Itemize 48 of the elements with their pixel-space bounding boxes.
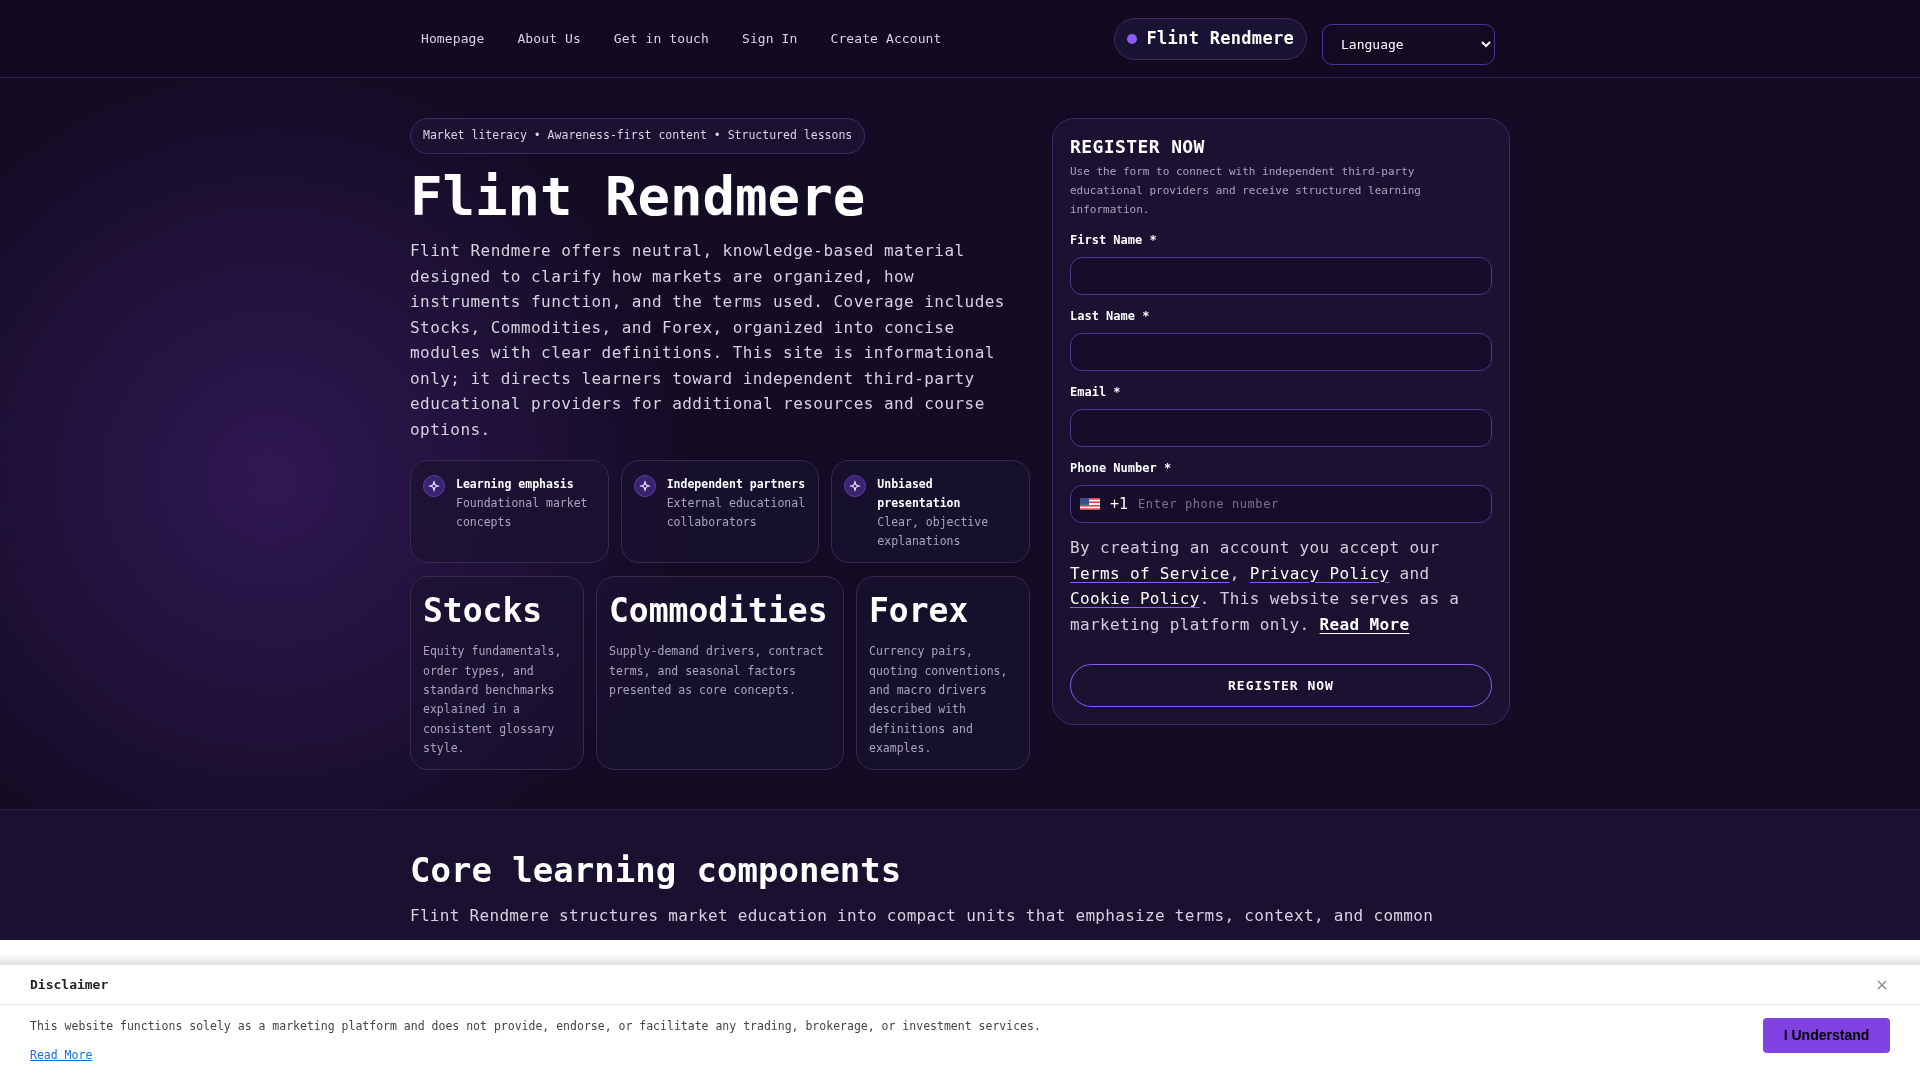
field-label: Email * — [1070, 384, 1122, 400]
language-select[interactable]: Language — [1322, 23, 1495, 65]
read-more-link[interactable]: Read More — [30, 1047, 93, 1063]
close-icon — [1877, 979, 1887, 990]
disclaimer-text: This website functions solely as a marketing platform and does not provide, endorse, or facilitate any trading, brokerage, or investment services. — [30, 1018, 1041, 1034]
topic-text: Supply-demand drivers, contract terms, and seasonal factors presented as core concepts. — [609, 643, 825, 699]
policy-link[interactable]: Cookie Policy — [1070, 589, 1200, 608]
feature-text: Clear, objective explanations — [877, 514, 990, 551]
nav-link[interactable]: Create Account — [819, 28, 953, 49]
section-text: Flint Rendmere structures market education into compact units that emphasize terms, context, and common — [410, 905, 1435, 928]
hero-title: Flint Rendmere — [410, 167, 867, 227]
feature-text: Foundational market concepts — [456, 495, 589, 532]
dial-code: +1 — [1110, 494, 1129, 514]
feature-title: Unbiased presentation — [877, 476, 962, 513]
nav-link[interactable]: About Us — [506, 28, 592, 49]
flag-icon — [1080, 498, 1100, 510]
field-label: First Name * — [1070, 232, 1158, 248]
sparkle-icon — [844, 475, 867, 498]
form-title: REGISTER NOW — [1070, 135, 1206, 158]
field-label: Phone Number * — [1070, 460, 1173, 476]
topic-title: Forex — [869, 591, 970, 632]
consent-text: By creating an account you accept our Terms of Service, Privacy Policy and Cookie Policy. This website serves as a marketing platform only. Read More — [1070, 537, 1461, 636]
text-input[interactable] — [1070, 409, 1492, 447]
understand-button[interactable]: I Understand — [1763, 1018, 1890, 1053]
tagline-badge: Market literacy • Awareness-first content • Structured lessons — [410, 118, 866, 154]
feature-title: Learning emphasis — [456, 476, 575, 494]
topic-text: Currency pairs, quoting conventions, and macro drivers described with definitions and examples. — [869, 643, 1009, 757]
topic-title: Commodities — [609, 591, 829, 632]
form-description: Use the form to connect with independent third-party educational providers and receive structured learning information. — [1070, 164, 1422, 218]
topic-text: Equity fundamentals, order types, and standard benchmarks explained in a consistent glossary style. — [423, 643, 563, 757]
brand-link[interactable]: Flint Rendmere — [1113, 17, 1307, 60]
text-input[interactable] — [1070, 333, 1492, 371]
nav-link[interactable]: Sign In — [730, 28, 809, 49]
nav-link[interactable]: Get in touch — [602, 28, 720, 49]
field-label: Last Name * — [1070, 308, 1151, 324]
feature-title: Independent partners — [666, 476, 807, 494]
disclaimer-title: Disclaimer — [30, 975, 109, 994]
section-title: Core learning components — [410, 850, 903, 892]
sparkle-icon — [633, 475, 656, 498]
policy-link[interactable]: Terms of Service — [1070, 563, 1230, 583]
hero-description: Flint Rendmere offers neutral, knowledge-based material designed to clarify how markets are organized, how instruments function, and the terms used. Coverage includes Stocks, Commodities, and Forex, organized into concise modules with clear definitions. This site is informational only; it directs learners toward independent third-party educational providers for additional resources and course options. — [410, 240, 1006, 441]
topic-title: Stocks — [423, 591, 544, 632]
text-input[interactable] — [1070, 257, 1492, 295]
nav-link[interactable]: Homepage — [410, 28, 496, 49]
policy-link[interactable]: Privacy Policy — [1249, 563, 1390, 583]
sparkle-icon — [423, 475, 445, 498]
read-more-link[interactable]: Read More — [1319, 614, 1410, 634]
feature-text: External educational collaborators — [666, 495, 807, 532]
